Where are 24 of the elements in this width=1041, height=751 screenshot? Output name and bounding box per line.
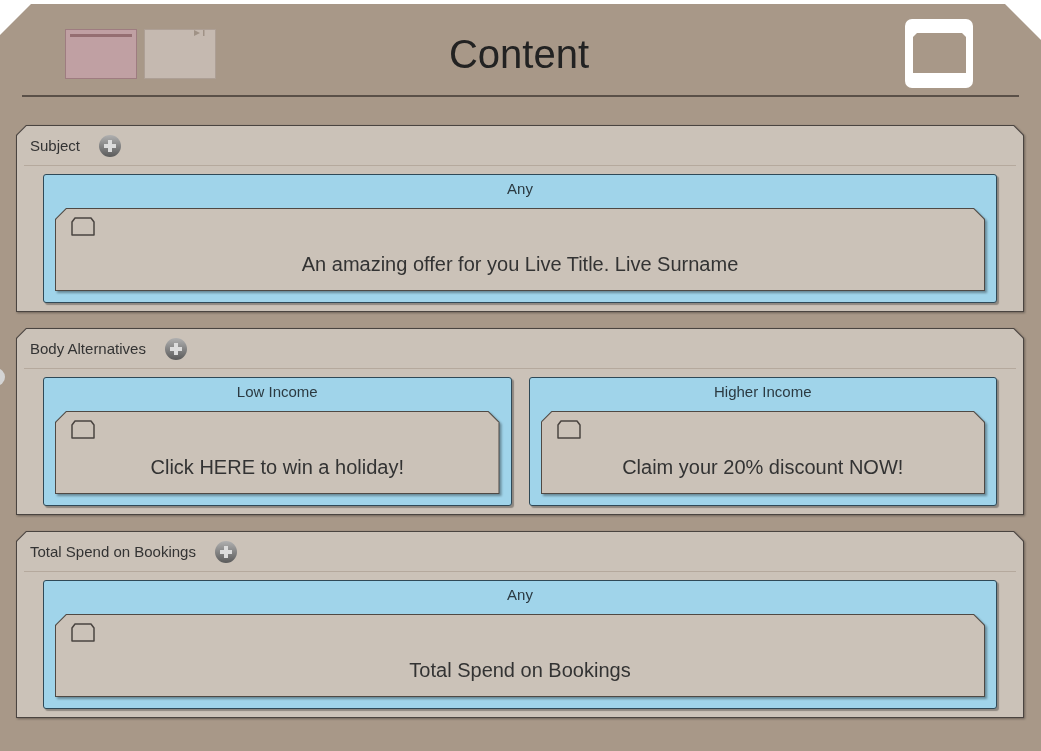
layout-thumbnail[interactable] (65, 28, 137, 79)
section-title: Subject (30, 137, 81, 154)
content-text: Total Spend on Bookings (409, 659, 631, 681)
plus-icon (99, 134, 122, 157)
add-button[interactable] (214, 540, 237, 563)
plus-icon (164, 337, 187, 360)
section-title: Body Alternatives (30, 340, 146, 357)
variant-label: Low Income (236, 383, 318, 400)
content-text: Claim your 20% discount NOW! (622, 456, 904, 478)
plus-icon (214, 540, 237, 563)
frame-icon[interactable] (905, 19, 973, 88)
add-button[interactable] (99, 134, 122, 157)
layout-thumbnail[interactable] (144, 28, 216, 79)
skip-icon (194, 29, 205, 36)
variant-label: Any (507, 586, 533, 603)
content-text: An amazing offer for you Live Title. Live Surname (301, 253, 739, 275)
variant-label: Higher Income (713, 383, 812, 400)
variant-label: Any (507, 180, 533, 197)
section-title: Total Spend on Bookings (30, 543, 196, 560)
content-text: Click HERE to win a holiday! (150, 456, 404, 478)
bar-icon (70, 33, 132, 37)
add-button[interactable] (164, 337, 187, 360)
handle-icon[interactable] (0, 368, 5, 386)
page-title: Content (448, 30, 590, 78)
